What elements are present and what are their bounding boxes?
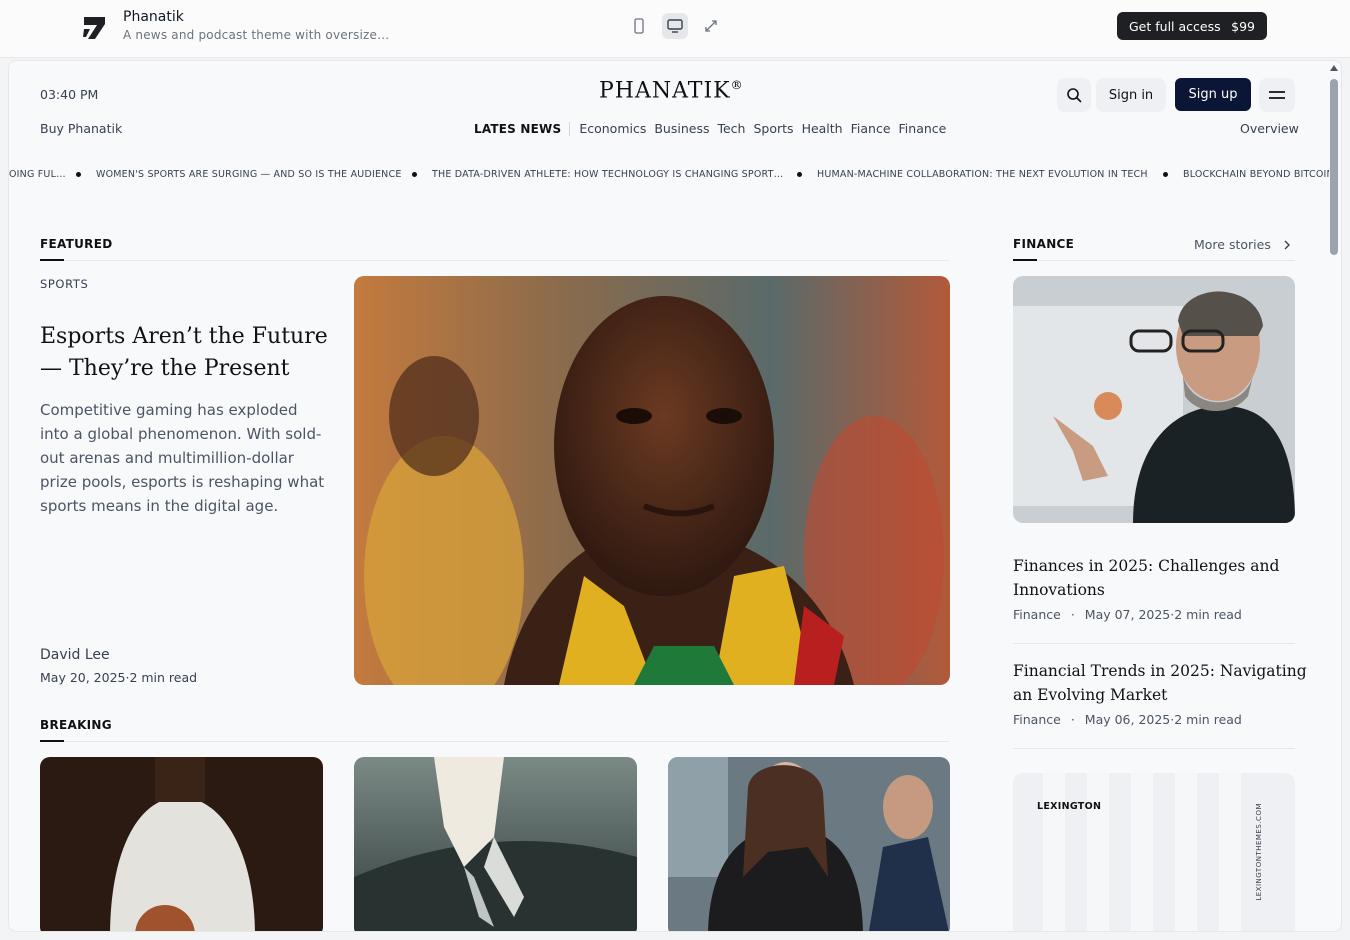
clock: 03:40 PM (40, 87, 99, 102)
breaking-card-image[interactable] (354, 757, 637, 931)
sign-in-button[interactable]: Sign in (1096, 78, 1166, 112)
section-underline (1013, 259, 1037, 261)
chevron-right-icon (1284, 240, 1290, 249)
section-divider (40, 260, 949, 261)
hamburger-icon (1269, 91, 1285, 99)
nav-item-fiance[interactable]: Fiance (851, 121, 891, 136)
ad-stripe (1219, 773, 1241, 931)
scrollbar-thumb[interactable] (1330, 79, 1338, 255)
ticker-item[interactable]: OING FUL… (9, 169, 66, 180)
nav-item-health[interactable]: Health (802, 121, 843, 136)
registered-mark: ® (730, 78, 744, 92)
basketball-player-photo (40, 757, 323, 931)
ad-url: LEXINGTONTHEMES.COM (1255, 803, 1263, 901)
nav-item-tech[interactable]: Tech (717, 121, 745, 136)
meta-separator-dot: · (1070, 607, 1075, 622)
more-stories-label: More stories (1194, 237, 1271, 252)
ticker-item[interactable]: BLOCKCHAIN BEYOND BITCOIN (1183, 169, 1329, 180)
sign-up-button[interactable]: Sign up (1175, 78, 1251, 111)
buy-price: $99 (1231, 18, 1255, 34)
story-date: May 06, 2025·2 min read (1084, 712, 1242, 727)
finance-story-title[interactable]: Finances in 2025: Challenges and Innovat… (1013, 554, 1313, 602)
section-divider (1013, 260, 1295, 261)
desktop-view-button[interactable] (662, 13, 688, 39)
scroll-up-arrow-icon[interactable] (1330, 65, 1338, 71)
story-category[interactable]: Finance (1013, 712, 1061, 727)
ticker-item[interactable]: WOMEN'S SPORTS ARE SURGING — AND SO IS T… (96, 169, 402, 180)
buy-phanatik-link[interactable]: Buy Phanatik (40, 121, 122, 136)
finance-story-meta: Finance · May 06, 2025·2 min read (1013, 712, 1242, 727)
phanatik-logo-icon (83, 17, 105, 39)
ticker-dot (412, 172, 417, 177)
finance-story-title[interactable]: Financial Trends in 2025: Navigating an … (1013, 659, 1313, 707)
ticker-item[interactable]: HUMAN-MACHINE COLLABORATION: THE NEXT EV… (817, 169, 1148, 180)
presenter-photo (1013, 276, 1295, 523)
expand-icon (705, 20, 717, 32)
nav-divider (569, 121, 571, 136)
breaking-card-image[interactable] (40, 757, 323, 931)
finance-story-meta: Finance · May 07, 2025·2 min read (1013, 607, 1242, 622)
news-ticker: OING FUL… WOMEN'S SPORTS ARE SURGING — A… (9, 161, 1329, 189)
story-divider (1013, 643, 1295, 644)
ad-stripe (1131, 773, 1153, 931)
featured-heading: FEATURED (40, 237, 113, 251)
get-full-access-button[interactable]: Get full access $99 (1117, 12, 1267, 40)
theme-description: A news and podcast theme with oversize… (123, 28, 390, 42)
overview-link[interactable]: Overview (1240, 121, 1299, 136)
search-button[interactable] (1057, 78, 1091, 112)
featured-meta: May 20, 2025·2 min read (40, 670, 198, 685)
more-stories-link[interactable]: More stories (1194, 237, 1291, 252)
para-athlete-photo (354, 757, 637, 931)
breaking-card-image[interactable] (668, 757, 950, 931)
site-logo[interactable]: PHANATIK® (599, 78, 744, 103)
mobile-view-button[interactable] (626, 13, 652, 39)
nav-item-economics[interactable]: Economics (579, 121, 646, 136)
preview-toolbar: Phanatik A news and podcast theme with o… (0, 0, 1350, 58)
theme-name: Phanatik (123, 9, 184, 25)
runner-photo (354, 276, 950, 685)
ad-stripe (1087, 773, 1109, 931)
nav-item-finance[interactable]: Finance (899, 121, 947, 136)
business-people-photo (668, 757, 950, 931)
finance-story-image[interactable] (1013, 276, 1295, 523)
story-date: May 07, 2025·2 min read (1084, 607, 1242, 622)
nav-latest-news[interactable]: LATES NEWS (474, 122, 561, 136)
story-category[interactable]: Finance (1013, 607, 1061, 622)
menu-button[interactable] (1259, 78, 1295, 112)
ad-stripe (1175, 773, 1197, 931)
ticker-dot (797, 172, 802, 177)
nav-item-sports[interactable]: Sports (753, 121, 793, 136)
ticker-dot (1163, 172, 1168, 177)
advertisement[interactable]: LEXINGTON LEXINGTONTHEMES.COM (1013, 773, 1295, 931)
mobile-icon (634, 18, 644, 34)
desktop-icon (667, 19, 683, 33)
site-logo-text: PHANATIK (599, 78, 731, 104)
nav-item-business[interactable]: Business (654, 121, 709, 136)
search-icon (1067, 88, 1082, 103)
featured-headline[interactable]: Esports Aren’t the Future — They’re the … (40, 321, 340, 385)
breaking-heading: BREAKING (40, 718, 112, 732)
finance-heading: FINANCE (1013, 237, 1075, 251)
section-underline (40, 740, 64, 742)
featured-author[interactable]: David Lee (40, 647, 110, 663)
ad-stripe (1043, 773, 1065, 931)
buy-label: Get full access (1129, 18, 1221, 34)
featured-image[interactable] (354, 276, 950, 685)
ticker-item[interactable]: THE DATA-DRIVEN ATHLETE: HOW TECHNOLOGY … (432, 169, 783, 180)
section-divider (40, 741, 949, 742)
ad-brand: LEXINGTON (1037, 801, 1102, 812)
ticker-dot (76, 172, 81, 177)
story-divider (1013, 748, 1295, 749)
fullscreen-button[interactable] (698, 13, 724, 39)
site-preview: 03:40 PM PHANATIK® Sign in Sign up Buy P… (8, 60, 1342, 932)
featured-excerpt: Competitive gaming has exploded into a g… (40, 401, 325, 515)
section-underline (40, 259, 64, 261)
featured-category[interactable]: SPORTS (40, 277, 88, 291)
meta-separator-dot: · (1070, 712, 1075, 727)
main-nav: LATES NEWS Economics Business Tech Sport… (474, 121, 954, 136)
